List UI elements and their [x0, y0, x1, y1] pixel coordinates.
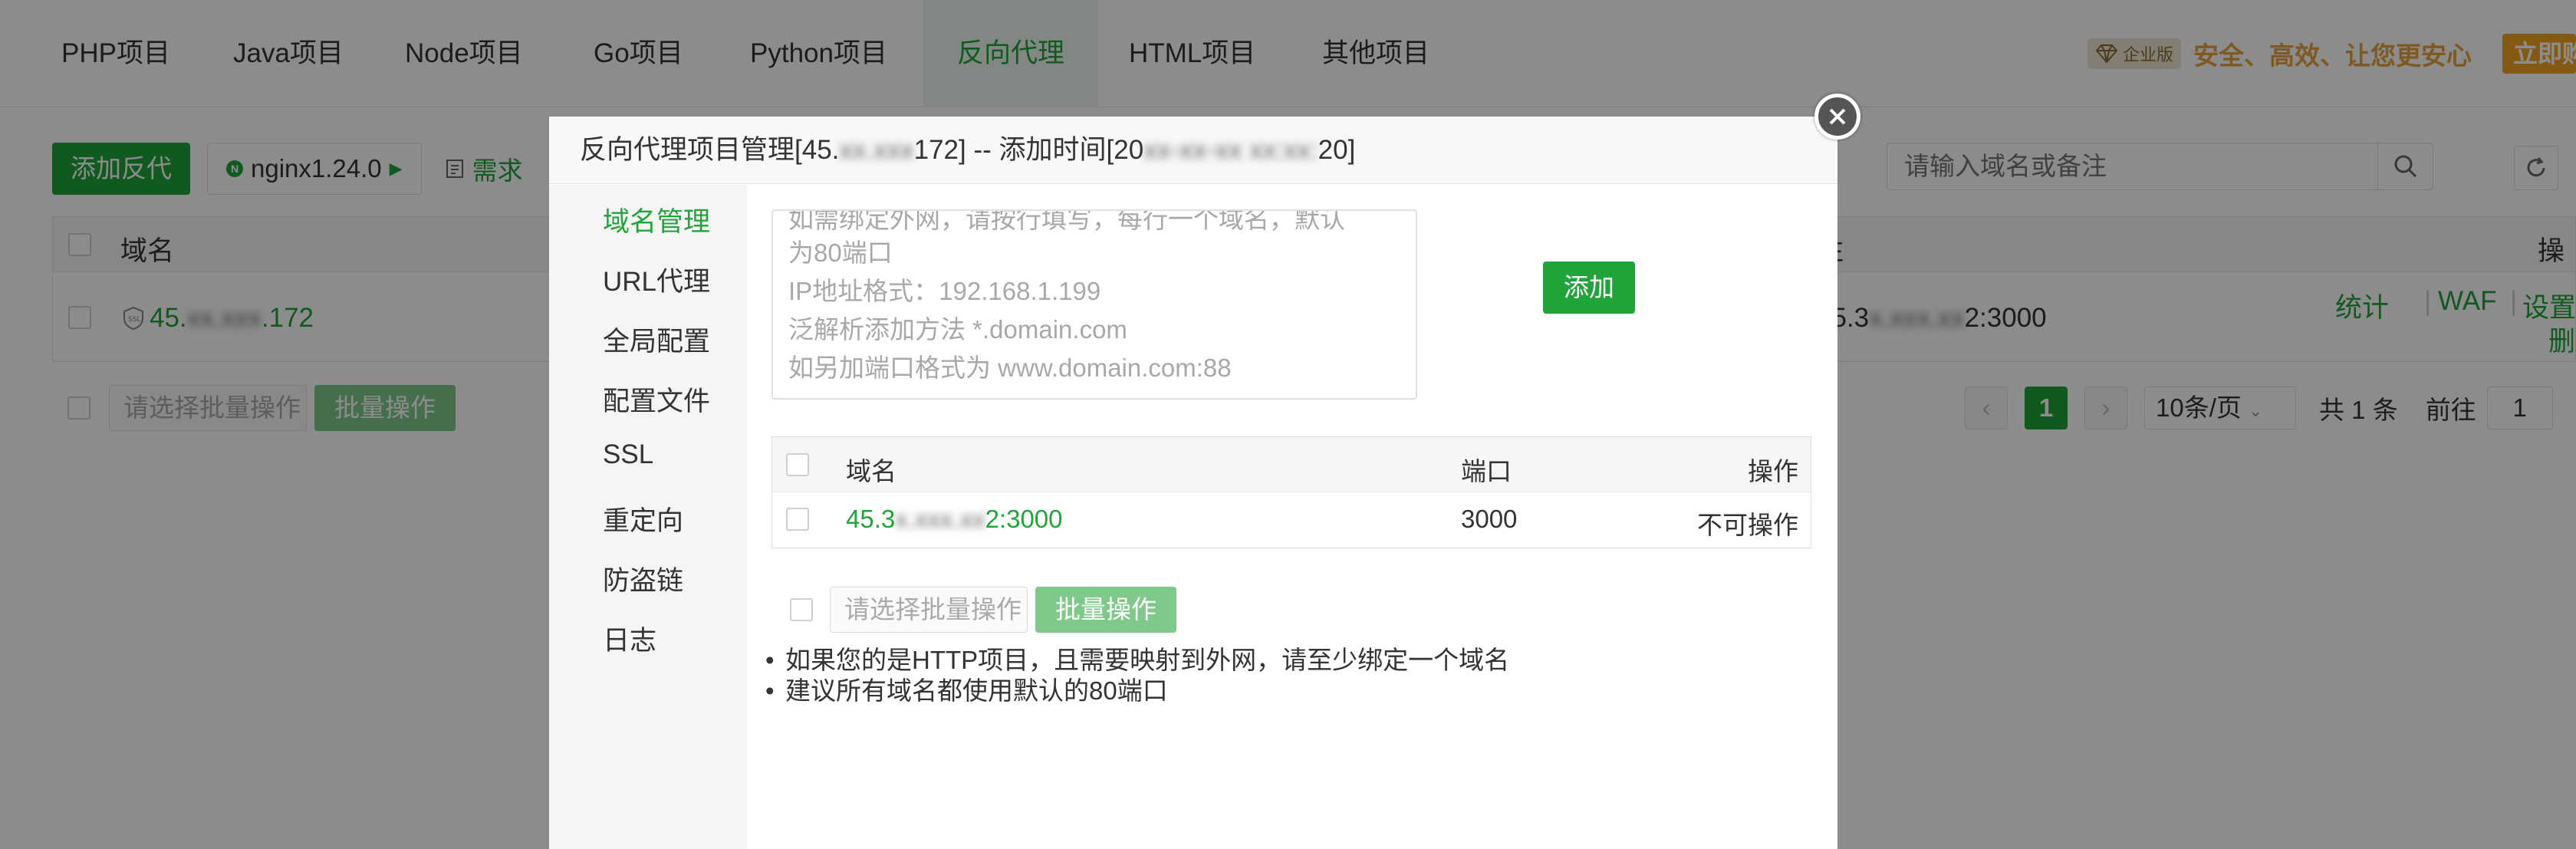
modal-batch-select[interactable]: 请选择批量操作	[830, 587, 1028, 633]
add-domain-button[interactable]: 添加	[1543, 262, 1635, 314]
domain-row-checkbox[interactable]	[786, 508, 809, 531]
tip-item: 如果您的是HTTP项目，且需要映射到外网，请至少绑定一个域名	[758, 645, 1509, 676]
side-item-hotlink[interactable]: 防盗链	[603, 559, 683, 598]
modal-batch-button[interactable]: 批量操作	[1035, 587, 1176, 633]
domain-textarea[interactable]: 如需绑定外网，请按行填写，每行一个域名，默认 为80端口 IP地址格式：192.…	[771, 209, 1417, 400]
proxy-manage-modal: 反向代理项目管理[45.xx.xxx172] -- 添加时间[20xx-xx-x…	[549, 117, 1837, 849]
col-port-header: 端口	[1461, 457, 1512, 485]
domain-table-header: 域名 端口 操作	[772, 437, 1811, 492]
modal-sidebar: 域名管理 URL代理 全局配置 配置文件 SSL 重定向 防盗链 日志	[549, 185, 747, 849]
col-domain-header: 域名	[846, 457, 897, 485]
modal-batch-checkbox[interactable]	[790, 598, 813, 621]
tips-list: 如果您的是HTTP项目，且需要映射到外网，请至少绑定一个域名 建议所有域名都使用…	[758, 645, 1509, 706]
col-ops-header: 操作	[1748, 457, 1798, 485]
close-icon	[1829, 108, 1846, 125]
modal-content: 如需绑定外网，请按行填写，每行一个域名，默认 为80端口 IP地址格式：192.…	[747, 185, 1837, 849]
side-item-config-file[interactable]: 配置文件	[603, 380, 710, 419]
modal-title: 反向代理项目管理[45.xx.xxx172] -- 添加时间[20xx-xx-x…	[549, 117, 1837, 184]
side-item-redirect[interactable]: 重定向	[603, 499, 683, 538]
side-item-ssl[interactable]: SSL	[603, 439, 653, 470]
close-modal-button[interactable]	[1814, 94, 1860, 140]
domain-table: 域名 端口 操作 45.3x.xxx.xx2:3000 3000 不可操作	[771, 436, 1811, 548]
side-item-url-proxy[interactable]: URL代理	[603, 260, 710, 299]
domain-select-all-checkbox[interactable]	[786, 453, 809, 476]
modal-batch-bar: 请选择批量操作 批量操作	[790, 587, 1176, 633]
domain-row-port: 3000	[1461, 505, 1518, 533]
tip-item: 建议所有域名都使用默认的80端口	[758, 676, 1509, 706]
side-item-global-config[interactable]: 全局配置	[603, 320, 710, 359]
domain-row-link[interactable]: 45.3x.xxx.xx2:3000	[846, 505, 1063, 534]
domain-row-ops: 不可操作	[1697, 511, 1798, 539]
side-item-domain[interactable]: 域名管理	[603, 200, 710, 239]
side-item-log[interactable]: 日志	[603, 619, 656, 658]
table-row: 45.3x.xxx.xx2:3000 3000 不可操作	[772, 492, 1811, 548]
